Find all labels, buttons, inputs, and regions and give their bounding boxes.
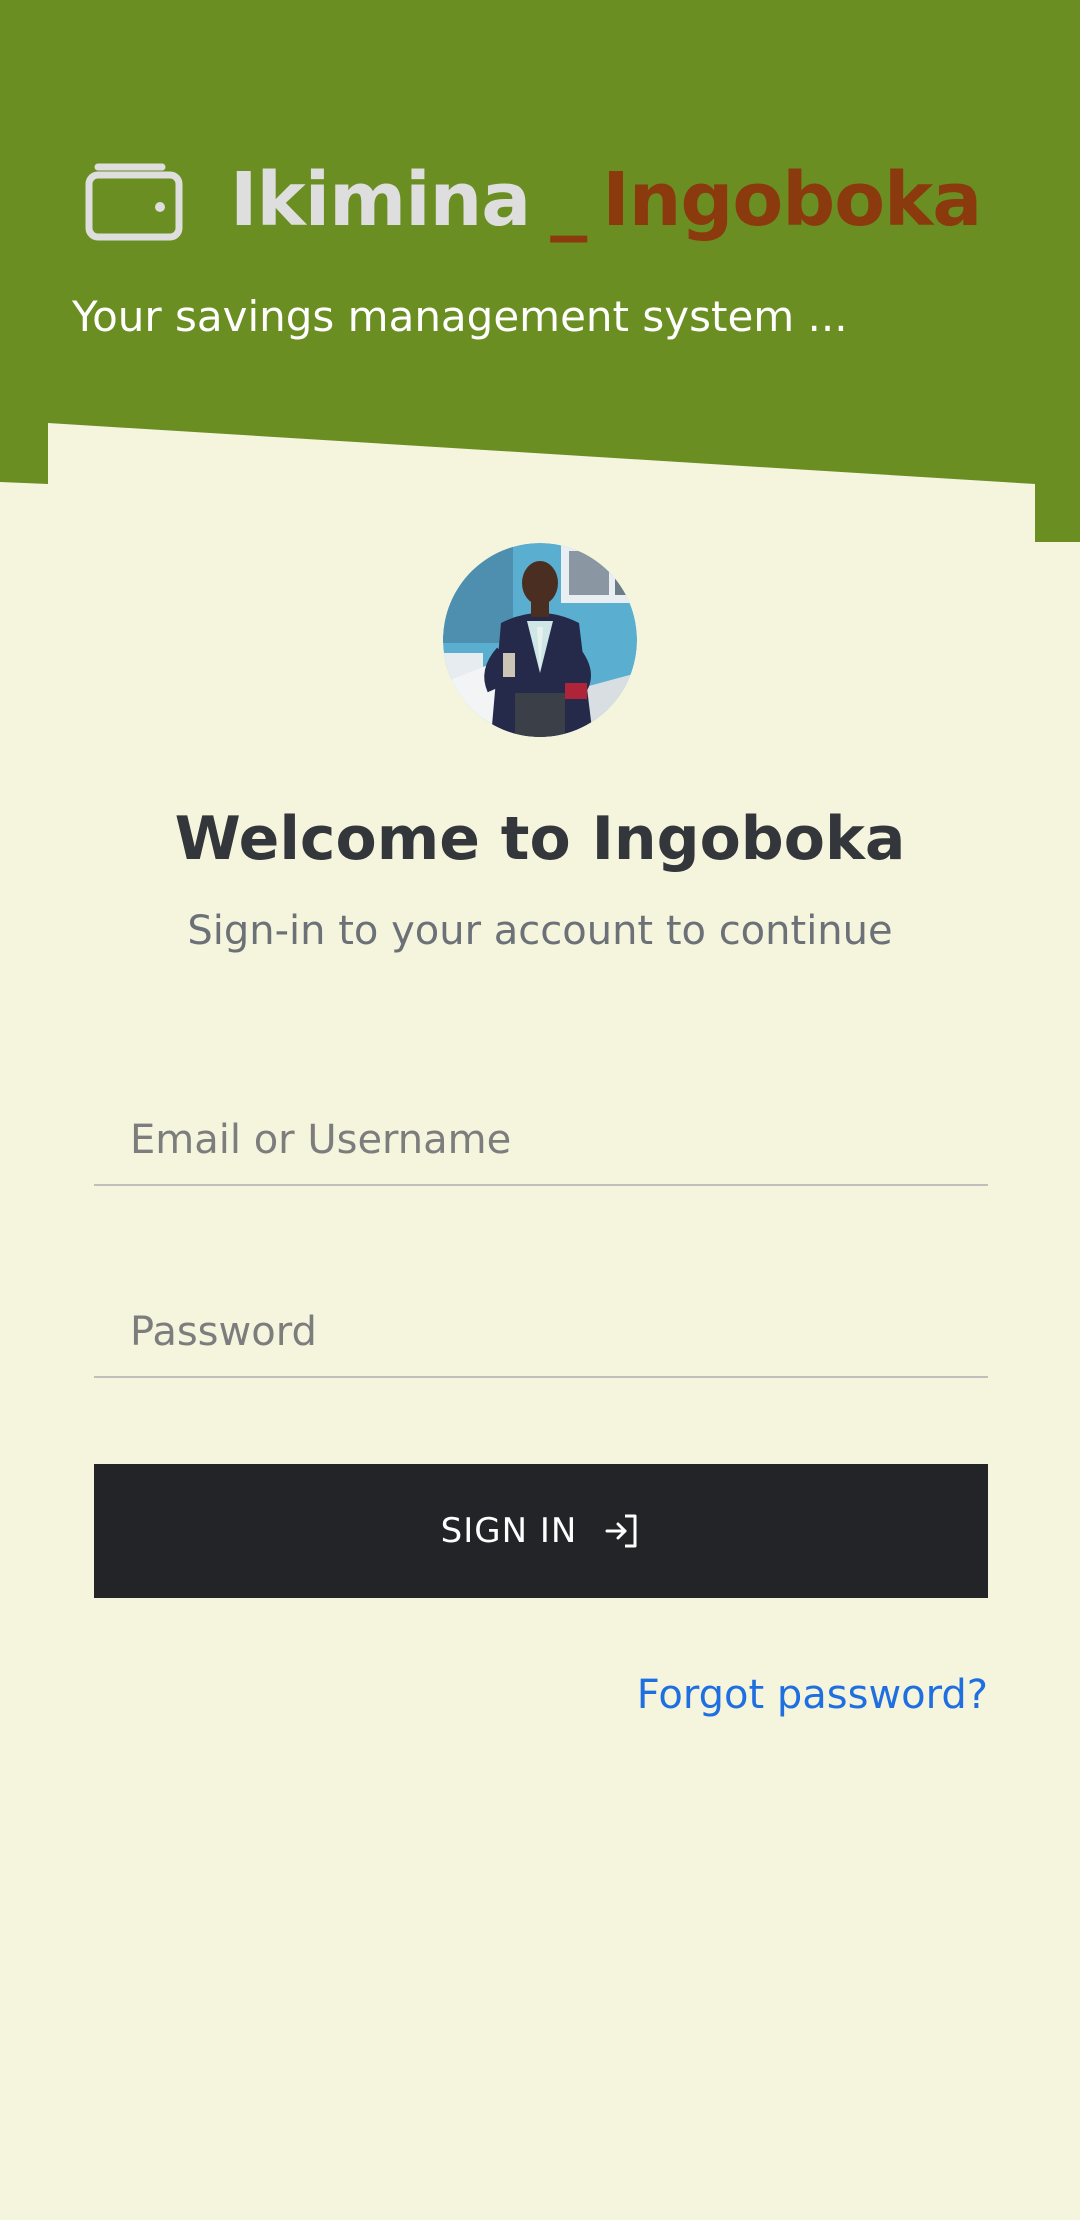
password-input[interactable]	[94, 1288, 988, 1378]
wallet-icon	[85, 163, 183, 241]
email-username-input[interactable]	[94, 1096, 988, 1186]
app-title: Ikimina _ Ingoboka	[230, 163, 982, 237]
welcome-title: Welcome to Ingoboka	[174, 804, 906, 874]
sign-in-label: SIGN IN	[440, 1511, 578, 1551]
app-title-part1: Ikimina	[230, 157, 531, 243]
brand: Ikimina _ Ingoboka	[84, 150, 982, 250]
header-background	[0, 0, 1080, 542]
forgot-password-link[interactable]: Forgot password?	[637, 1672, 988, 1718]
app-title-part2: Ingoboka	[602, 157, 982, 243]
avatar	[443, 543, 637, 737]
tagline: Your savings management system ...	[72, 292, 848, 341]
app-title-separator: _	[550, 157, 587, 243]
login-icon	[605, 1514, 637, 1548]
welcome-subtitle: Sign-in to your account to continue	[187, 908, 893, 954]
sign-in-button[interactable]: SIGN IN	[94, 1464, 988, 1598]
login-screen: Ikimina _ Ingoboka Your savings management…	[0, 0, 1080, 2220]
